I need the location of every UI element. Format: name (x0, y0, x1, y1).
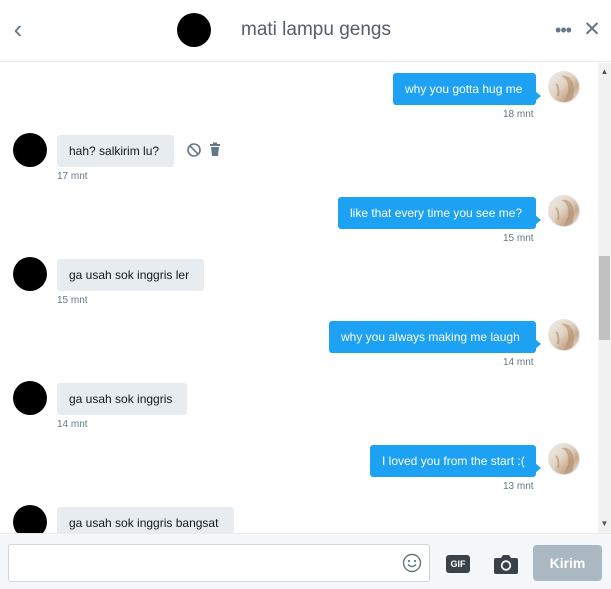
scroll-down-arrow-icon[interactable]: ▼ (598, 517, 611, 531)
message-timestamp: 14 mnt (503, 357, 534, 368)
sent-message-bubble[interactable]: like that every time you see me? (338, 197, 536, 229)
chevron-left-icon: ‹ (13, 14, 23, 44)
my-avatar[interactable] (548, 443, 580, 475)
close-button[interactable]: ✕ (582, 19, 602, 41)
bubble-tail (535, 339, 541, 349)
sent-message-bubble[interactable]: why you gotta hug me (393, 73, 536, 105)
message-timestamp: 18 mnt (503, 109, 534, 120)
back-button[interactable]: ‹ (8, 16, 28, 42)
close-icon: ✕ (583, 18, 601, 41)
avatar-photo (555, 75, 574, 102)
message-timestamp: 14 mnt (57, 419, 88, 430)
emoji-smiley-icon[interactable] (402, 553, 422, 573)
bubble-tail (535, 463, 541, 473)
block-icon[interactable] (186, 142, 202, 158)
received-message-bubble[interactable]: ga usah sok inggris bangsat (57, 507, 234, 533)
avatar-photo (555, 199, 574, 226)
my-avatar[interactable] (548, 195, 580, 227)
received-message-bubble[interactable]: ga usah sok inggris (57, 383, 187, 415)
avatar-photo (555, 447, 574, 474)
scroll-up-arrow-icon[interactable]: ▲ (598, 65, 611, 79)
message-input[interactable] (8, 544, 430, 582)
sent-message-bubble[interactable]: why you always making me laugh (329, 321, 536, 353)
sender-avatar[interactable] (13, 505, 47, 533)
sender-avatar[interactable] (13, 133, 47, 167)
message-thread[interactable]: why you gotta hug me 18 mnt hah? salkiri… (0, 63, 598, 533)
avatar-photo (555, 323, 574, 350)
conversation-header: ‹ mati lampu gengs ••• ✕ (0, 0, 611, 62)
sender-avatar[interactable] (13, 381, 47, 415)
conversation-title[interactable]: mati lampu gengs (241, 19, 391, 41)
scrollbar-thumb[interactable] (599, 256, 610, 340)
message-timestamp: 17 mnt (57, 171, 88, 182)
conversation-avatar[interactable] (177, 13, 211, 47)
sent-message-bubble[interactable]: I loved you from the start :( (370, 445, 536, 477)
more-options-button[interactable]: ••• (553, 20, 573, 40)
my-avatar[interactable] (548, 319, 580, 351)
bubble-tail (535, 91, 541, 101)
message-timestamp: 15 mnt (57, 295, 88, 306)
trash-icon[interactable] (208, 142, 224, 158)
received-message-bubble[interactable]: hah? salkirim lu? (57, 135, 174, 167)
camera-icon[interactable] (493, 553, 519, 575)
message-timestamp: 13 mnt (503, 481, 534, 492)
message-composer: GIF Kirim (0, 533, 611, 589)
received-message-bubble[interactable]: ga usah sok inggris ler (57, 259, 204, 291)
more-dots-icon: ••• (555, 20, 572, 40)
sender-avatar[interactable] (13, 257, 47, 291)
bubble-tail (535, 215, 541, 225)
thread-scrollbar[interactable]: ▲ ▼ (598, 63, 611, 533)
send-button[interactable]: Kirim (533, 545, 602, 581)
gif-button[interactable]: GIF (446, 555, 470, 573)
my-avatar[interactable] (548, 71, 580, 103)
message-timestamp: 15 mnt (503, 233, 534, 244)
